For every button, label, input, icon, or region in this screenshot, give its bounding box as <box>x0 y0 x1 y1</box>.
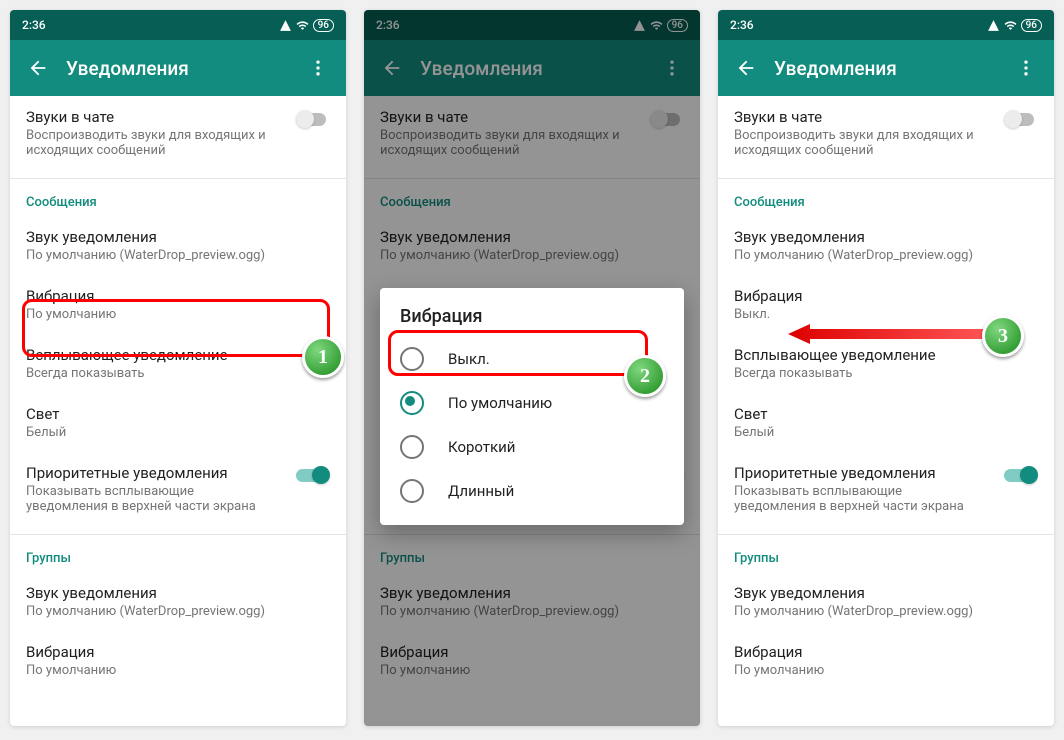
appbar-title: Уведомления <box>66 57 298 80</box>
status-bar: 2:36 96 <box>718 10 1054 40</box>
screen-2: 2:36 96 Уведомления Звуки в чате Воспрои… <box>364 10 700 726</box>
dialog-title: Вибрация <box>380 306 684 337</box>
priority-switch[interactable] <box>296 466 330 484</box>
notification-sound-row[interactable]: Звук уведомления По умолчанию (WaterDrop… <box>718 216 1054 275</box>
status-icons: 96 <box>279 19 334 32</box>
settings-list[interactable]: Звуки в чате Воспроизводить звуки для вх… <box>718 96 1054 726</box>
chat-sounds-row[interactable]: Звуки в чате Воспроизводить звуки для вх… <box>10 96 346 170</box>
group-vibration-row[interactable]: Вибрация По умолчанию <box>10 631 346 690</box>
groups-header: Группы <box>10 535 346 572</box>
messages-header: Сообщения <box>10 179 346 216</box>
vibration-row[interactable]: Вибрация По умолчанию <box>10 275 346 334</box>
status-bar: 2:36 96 <box>10 10 346 40</box>
status-time: 2:36 <box>22 18 46 32</box>
overflow-menu-button[interactable] <box>298 48 338 88</box>
option-off[interactable]: Выкл. <box>380 337 684 381</box>
app-bar: Уведомления <box>10 40 346 96</box>
light-row[interactable]: Свет Белый <box>718 393 1054 452</box>
popup-notification-row[interactable]: Всплывающее уведомление Всегда показыват… <box>10 334 346 393</box>
notification-sound-row[interactable]: Звук уведомления По умолчанию (WaterDrop… <box>10 216 346 275</box>
option-short[interactable]: Короткий <box>380 425 684 469</box>
priority-notifications-row[interactable]: Приоритетные уведомления Показывать вспл… <box>718 452 1054 526</box>
settings-list[interactable]: Звуки в чате Воспроизводить звуки для вх… <box>10 96 346 726</box>
vibration-row[interactable]: Вибрация Выкл. <box>718 275 1054 334</box>
group-sound-row[interactable]: Звук уведомления По умолчанию (WaterDrop… <box>718 572 1054 631</box>
overflow-menu-button[interactable] <box>1006 48 1046 88</box>
back-button[interactable] <box>18 48 58 88</box>
radio-icon <box>400 435 424 459</box>
chat-sounds-switch[interactable] <box>1004 110 1038 128</box>
screen-3: 2:36 96 Уведомления Звуки в чате Воспрои… <box>718 10 1054 726</box>
chat-sounds-switch[interactable] <box>296 110 330 128</box>
vibration-dialog: Вибрация Выкл. По умолчанию Короткий Дли… <box>380 288 684 525</box>
back-button[interactable] <box>726 48 766 88</box>
chat-sounds-row[interactable]: Звуки в чате Воспроизводить звуки для вх… <box>718 96 1054 170</box>
status-battery: 96 <box>313 19 334 32</box>
option-default[interactable]: По умолчанию <box>380 381 684 425</box>
radio-icon <box>400 347 424 371</box>
priority-switch[interactable] <box>1004 466 1038 484</box>
option-long[interactable]: Длинный <box>380 469 684 513</box>
radio-icon <box>400 391 424 415</box>
group-vibration-row[interactable]: Вибрация По умолчанию <box>718 631 1054 690</box>
radio-icon <box>400 479 424 503</box>
group-sound-row[interactable]: Звук уведомления По умолчанию (WaterDrop… <box>10 572 346 631</box>
popup-notification-row[interactable]: Всплывающее уведомление Всегда показыват… <box>718 334 1054 393</box>
app-bar: Уведомления <box>718 40 1054 96</box>
screen-1: 2:36 96 Уведомления Звуки в чате Воспрои… <box>10 10 346 726</box>
light-row[interactable]: Свет Белый <box>10 393 346 452</box>
priority-notifications-row[interactable]: Приоритетные уведомления Показывать вспл… <box>10 452 346 526</box>
